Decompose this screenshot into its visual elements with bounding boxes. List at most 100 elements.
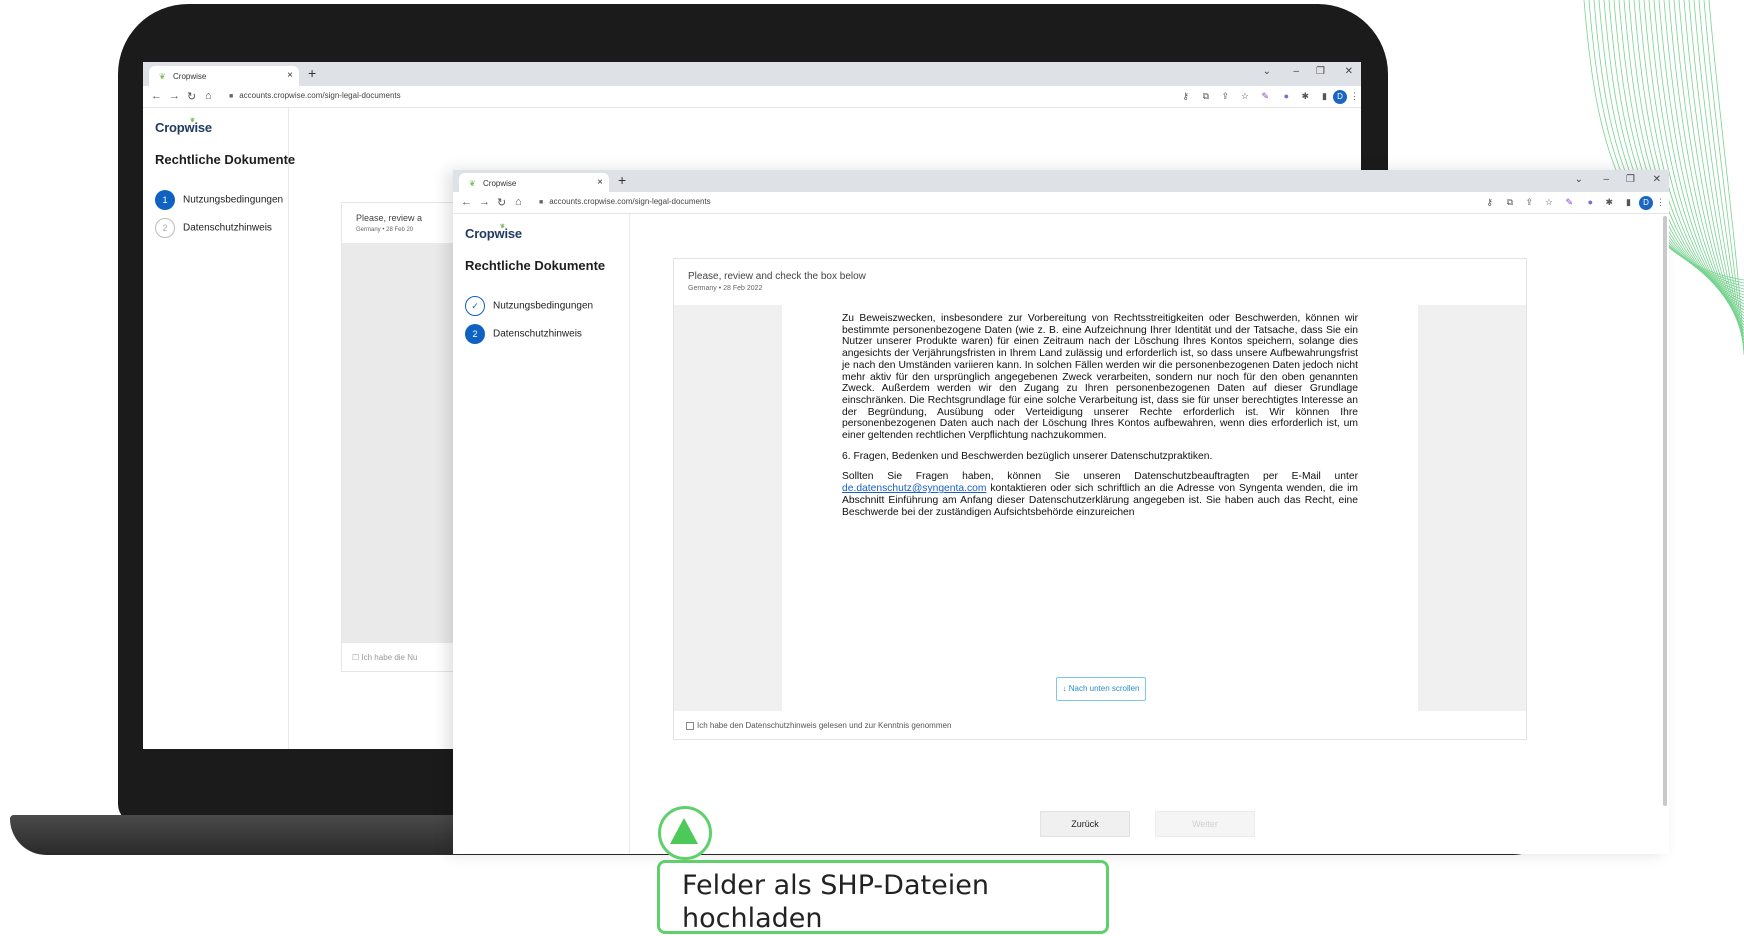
scroll-down-button[interactable]: ↓ Nach unten scrollen bbox=[1056, 677, 1146, 701]
menu-dots-icon[interactable]: ⋮ bbox=[1656, 197, 1665, 208]
document-paragraph: Zu Beweiszwecken, insbesondere zur Vorbe… bbox=[842, 313, 1358, 442]
close-window-icon[interactable]: ✕ bbox=[1653, 174, 1661, 185]
card-header: Please, review a bbox=[356, 213, 423, 223]
leaf-icon: ❦ bbox=[190, 118, 195, 124]
close-window-icon[interactable]: ✕ bbox=[1345, 66, 1353, 77]
step-label: Nutzungsbedingungen bbox=[183, 194, 284, 206]
back-arrow-icon[interactable]: ← bbox=[151, 90, 162, 102]
puzzle-icon[interactable]: ✱ bbox=[1301, 91, 1309, 102]
email-link[interactable]: de.datenschutz@syngenta.com bbox=[842, 483, 986, 494]
tab-title: Cropwise bbox=[173, 72, 207, 81]
card-subheader: Germany • 28 Feb 20 bbox=[356, 227, 414, 233]
translate-icon[interactable]: ⧉ bbox=[1507, 197, 1513, 208]
lock-icon: ■ bbox=[229, 93, 234, 100]
step-label: Datenschutzhinweis bbox=[493, 328, 582, 340]
front-browser-tab[interactable]: ❦ Cropwise × bbox=[459, 173, 609, 192]
checkbox-label: Ich habe den Datenschutzhinweis gelesen … bbox=[697, 721, 952, 730]
step-number: 1 bbox=[155, 190, 175, 210]
share-icon[interactable]: ⇪ bbox=[1221, 91, 1229, 102]
leaf-icon: ❦ bbox=[159, 72, 166, 81]
home-icon[interactable]: ⌂ bbox=[205, 90, 212, 102]
pen-extension-icon[interactable]: ✎ bbox=[1261, 91, 1269, 102]
scrollbar[interactable] bbox=[1663, 216, 1667, 806]
back-browser-tab[interactable]: ❦ Cropwise × bbox=[149, 66, 299, 86]
sidebar-title: Rechtliche Dokumente bbox=[465, 258, 606, 273]
close-tab-icon[interactable]: × bbox=[287, 70, 293, 81]
document-heading: 6. Fragen, Bedenken und Beschwerden bezü… bbox=[842, 450, 1213, 462]
home-icon[interactable]: ⌂ bbox=[515, 196, 522, 208]
next-button[interactable]: Weiter bbox=[1155, 811, 1255, 837]
forward-arrow-icon[interactable]: → bbox=[169, 90, 180, 102]
new-tab-button[interactable]: + bbox=[618, 172, 626, 188]
minimize-icon[interactable]: – bbox=[1293, 66, 1299, 77]
sidepanel-icon[interactable]: ▮ bbox=[1626, 197, 1631, 208]
star-icon[interactable]: ☆ bbox=[1241, 91, 1249, 102]
extension-circle-icon[interactable]: ● bbox=[1284, 91, 1289, 101]
back-arrow-icon[interactable]: ← bbox=[461, 196, 472, 208]
key-icon[interactable]: ⚷ bbox=[1182, 91, 1189, 102]
wave-line bbox=[1703, 0, 1744, 353]
document-card: Please, review and check the box below G… bbox=[673, 258, 1527, 740]
back-checkbox-row[interactable]: ☐ Ich habe die Nu bbox=[352, 653, 417, 662]
puzzle-icon[interactable]: ✱ bbox=[1605, 197, 1613, 208]
profile-avatar[interactable]: D bbox=[1639, 196, 1653, 210]
stage: { "browser": { "tab_title": "Cropwise", … bbox=[0, 0, 1744, 936]
reload-icon[interactable]: ↻ bbox=[187, 90, 196, 103]
reload-icon[interactable]: ↻ bbox=[497, 196, 506, 209]
document-page: Zu Beweiszwecken, insbesondere zur Vorbe… bbox=[782, 305, 1418, 711]
step-terms[interactable]: 1 Nutzungsbedingungen bbox=[155, 190, 283, 210]
step-number: 2 bbox=[465, 324, 485, 344]
url-text: accounts.cropwise.com/sign-legal-documen… bbox=[239, 91, 401, 100]
profile-avatar[interactable]: D bbox=[1333, 90, 1347, 104]
callout-box: Felder als SHP-Dateien hochladen bbox=[657, 860, 1109, 934]
cropwise-logo: Cropwise ❦ bbox=[155, 118, 212, 135]
leaf-icon: ❦ bbox=[469, 179, 476, 188]
back-sidebar: Cropwise ❦ Rechtliche Dokumente 1 Nutzungs… bbox=[143, 108, 295, 749]
close-tab-icon[interactable]: × bbox=[597, 177, 603, 188]
front-address-bar: ← → ↻ ⌂ ■ accounts.cropwise.com/sign-lega… bbox=[453, 192, 1669, 214]
document-viewer[interactable]: Zu Beweiszwecken, insbesondere zur Vorbe… bbox=[674, 305, 1526, 711]
star-icon[interactable]: ☆ bbox=[1545, 197, 1553, 208]
privacy-checkbox-row[interactable]: Ich habe den Datenschutzhinweis gelesen … bbox=[686, 721, 951, 730]
leaf-icon: ❦ bbox=[500, 224, 505, 230]
step-terms[interactable]: ✓ Nutzungsbedingungen bbox=[465, 296, 593, 316]
wave-line bbox=[1668, 0, 1744, 332]
url-field[interactable]: ■ accounts.cropwise.com/sign-legal-docume… bbox=[229, 91, 401, 100]
new-tab-button[interactable]: + bbox=[308, 65, 316, 81]
step-label: Datenschutzhinweis bbox=[183, 222, 272, 234]
card-header: Please, review and check the box below bbox=[688, 271, 866, 282]
wave-line bbox=[1658, 0, 1744, 326]
front-tab-bar: ❦ Cropwise × + ⌄ – ❐ ✕ bbox=[453, 170, 1669, 192]
forward-arrow-icon[interactable]: → bbox=[479, 196, 490, 208]
front-sidebar: Cropwise ❦ Rechtliche Dokumente ✓ Nutzungs… bbox=[453, 214, 630, 854]
translate-icon[interactable]: ⧉ bbox=[1203, 91, 1209, 102]
back-tab-bar: ❦ Cropwise × + ⌄ – ❐ ✕ bbox=[143, 62, 1361, 86]
restore-icon[interactable]: ❐ bbox=[1626, 174, 1635, 185]
extension-circle-icon[interactable]: ● bbox=[1588, 197, 1593, 207]
cropwise-logo: Cropwise ❦ bbox=[465, 224, 522, 241]
url-text: accounts.cropwise.com/sign-legal-documen… bbox=[549, 197, 711, 206]
document-paragraph-contact: Sollten Sie Fragen haben, können Sie uns… bbox=[842, 471, 1358, 518]
url-field[interactable]: ■ accounts.cropwise.com/sign-legal-docume… bbox=[539, 197, 711, 206]
chevron-down-icon[interactable]: ⌄ bbox=[1575, 174, 1583, 185]
sidebar-title: Rechtliche Dokumente bbox=[155, 152, 296, 167]
step-privacy[interactable]: 2 Datenschutzhinweis bbox=[155, 218, 272, 238]
checkbox[interactable] bbox=[686, 721, 694, 730]
pen-extension-icon[interactable]: ✎ bbox=[1565, 197, 1573, 208]
share-icon[interactable]: ⇪ bbox=[1525, 197, 1533, 208]
tab-title: Cropwise bbox=[483, 179, 517, 188]
checkbox-label: Ich habe die Nu bbox=[361, 653, 418, 662]
menu-dots-icon[interactable]: ⋮ bbox=[1350, 91, 1359, 102]
contact-text: Sollten Sie Fragen haben, können Sie uns… bbox=[842, 471, 1358, 483]
key-icon[interactable]: ⚷ bbox=[1486, 197, 1493, 208]
card-subheader: Germany • 28 Feb 2022 bbox=[688, 285, 763, 292]
back-address-bar: ← → ↻ ⌂ ■ accounts.cropwise.com/sign-lega… bbox=[143, 86, 1361, 108]
restore-icon[interactable]: ❐ bbox=[1316, 66, 1325, 77]
sidepanel-icon[interactable]: ▮ bbox=[1322, 91, 1327, 102]
step-label: Nutzungsbedingungen bbox=[493, 300, 594, 312]
minimize-icon[interactable]: – bbox=[1603, 174, 1609, 185]
step-privacy[interactable]: 2 Datenschutzhinweis bbox=[465, 324, 582, 344]
back-button[interactable]: Zurück bbox=[1040, 811, 1130, 837]
chevron-down-icon[interactable]: ⌄ bbox=[1263, 66, 1271, 77]
lock-icon: ■ bbox=[539, 199, 544, 206]
